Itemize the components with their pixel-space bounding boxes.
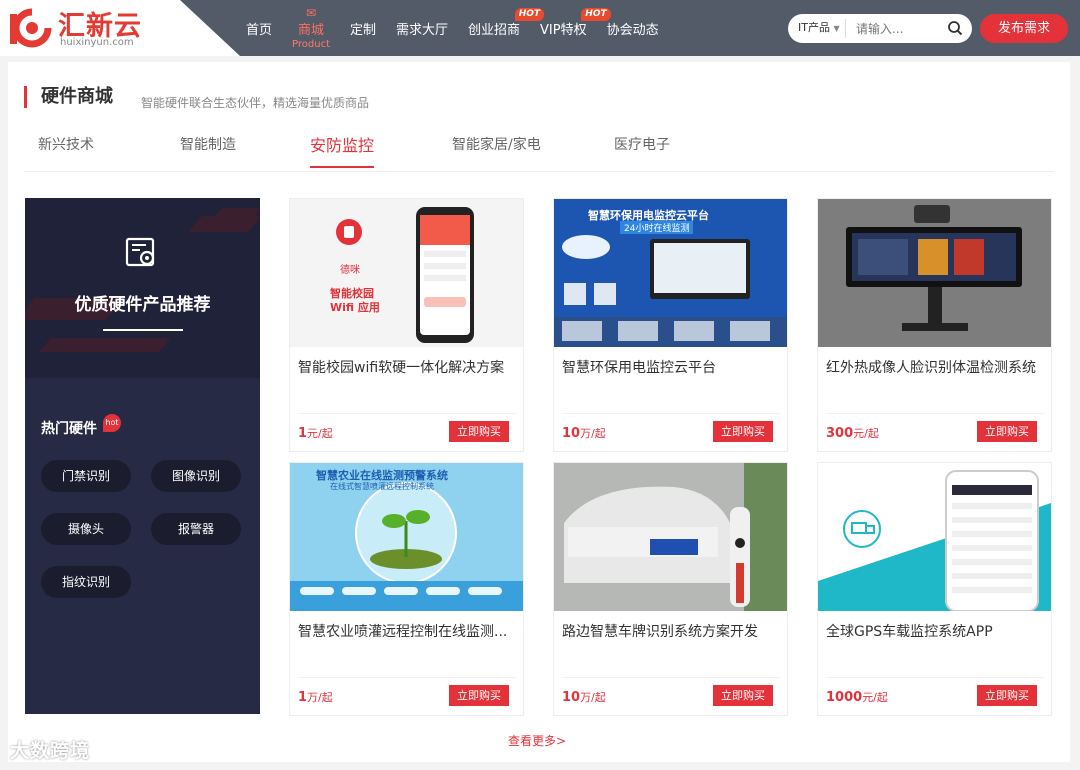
divider bbox=[826, 677, 1044, 678]
product-name[interactable]: 全球GPS车载监控系统APP bbox=[826, 621, 1044, 641]
product-price: 1元/起 bbox=[298, 426, 333, 441]
product-name[interactable]: 智慧环保用电监控云平台 bbox=[562, 357, 780, 377]
search-box: IT产品 ▼ bbox=[788, 14, 972, 43]
buy-now-button[interactable]: 立即购买 bbox=[977, 421, 1037, 442]
nav-demand-hall[interactable]: 需求大厅 bbox=[386, 0, 458, 56]
tag-alarm[interactable]: 报警器 bbox=[151, 513, 241, 545]
logo[interactable]: 汇新云 huixinyun.com bbox=[0, 0, 240, 56]
tab-security-monitoring[interactable]: 安防监控 bbox=[310, 132, 375, 168]
buy-now-button[interactable]: 立即购买 bbox=[713, 685, 773, 706]
license-plate-camera-illustration bbox=[554, 463, 787, 611]
sidebar-title: 优质硬件产品推荐 bbox=[74, 295, 211, 315]
product-name[interactable]: 智能校园wifi软硬一体化解决方案 bbox=[298, 357, 516, 377]
search-category-select[interactable]: IT产品 ▼ bbox=[788, 19, 846, 38]
product-card[interactable]: 智慧环保用电监控云平台 24小时在线监测 智慧环保用电监控云平台 10万/起 立… bbox=[553, 198, 788, 452]
gps-app-illustration bbox=[818, 470, 1051, 611]
thermal-kiosk-illustration bbox=[818, 199, 1051, 347]
divider bbox=[298, 413, 516, 414]
divider bbox=[826, 413, 1044, 414]
product-card[interactable]: 全球GPS车载监控系统APP 1000元/起 立即购买 bbox=[817, 462, 1052, 716]
nav-business[interactable]: 创业招商 HOT bbox=[458, 0, 545, 56]
tag-fingerprint[interactable]: 指纹识别 bbox=[41, 566, 131, 598]
nav-mall[interactable]: ✉ 商城 Product bbox=[282, 0, 340, 56]
section-description: 智能硬件联合生态伙伴，精选海量优质商品 bbox=[141, 96, 370, 110]
tab-emerging-tech[interactable]: 新兴技术 bbox=[38, 134, 94, 154]
top-navbar: 汇新云 huixinyun.com 首页 ✉ 商城 Product 定制 需求大… bbox=[0, 0, 1080, 56]
logo-icon bbox=[10, 8, 52, 48]
tab-smart-home[interactable]: 智能家居/家电 bbox=[452, 134, 541, 154]
envelope-icon: ✉ bbox=[305, 5, 317, 20]
nav-association[interactable]: 协会动态 bbox=[597, 0, 669, 56]
product-image[interactable]: 智慧农业在线监测预警系统 在线式智慧喷灌远程控制系统 bbox=[290, 463, 523, 611]
decor-stripe bbox=[39, 338, 171, 352]
sidebar-banner: 优质硬件产品推荐 bbox=[25, 198, 260, 378]
main-nav: 首页 ✉ 商城 Product 定制 需求大厅 创业招商 HOT VIP特权 H… bbox=[236, 0, 669, 56]
tag-image-recognition[interactable]: 图像识别 bbox=[151, 460, 241, 492]
product-price: 300元/起 bbox=[826, 426, 879, 441]
recommend-sidebar: 优质硬件产品推荐 热门硬件 hot 门禁识别 图像识别 摄像头 报警器 指纹识别 bbox=[25, 198, 260, 714]
buy-now-button[interactable]: 立即购买 bbox=[977, 685, 1037, 706]
search-input[interactable] bbox=[856, 21, 948, 36]
product-price: 1000元/起 bbox=[826, 690, 888, 705]
product-card[interactable]: 智慧农业在线监测预警系统 在线式智慧喷灌远程控制系统 智慧农业喷灌远程控制在线监… bbox=[289, 462, 524, 716]
tag-camera[interactable]: 摄像头 bbox=[41, 513, 131, 545]
tab-smart-manufacturing[interactable]: 智能制造 bbox=[180, 134, 236, 154]
product-name[interactable]: 红外热成像人脸识别体温检测系统 bbox=[826, 357, 1044, 377]
product-card[interactable]: 德咪 智能校园 Wifi 应用 智能校园wifi软硬一体化解决方案 1元/起 立… bbox=[289, 198, 524, 452]
nav-home[interactable]: 首页 bbox=[236, 0, 282, 56]
tag-access-control[interactable]: 门禁识别 bbox=[41, 460, 131, 492]
product-card[interactable]: 路边智慧车牌识别系统方案开发 10万/起 立即购买 bbox=[553, 462, 788, 716]
nav-custom[interactable]: 定制 bbox=[340, 0, 386, 56]
hardware-mall-section: 硬件商城 智能硬件联合生态伙伴，精选海量优质商品 新兴技术 智能制造 安防监控 … bbox=[8, 62, 1070, 762]
brand-domain: huixinyun.com bbox=[60, 37, 134, 48]
hot-hardware-title: 热门硬件 bbox=[41, 421, 97, 437]
buy-now-button[interactable]: 立即购买 bbox=[449, 421, 509, 442]
section-title: 硬件商城 bbox=[24, 86, 113, 108]
product-image[interactable] bbox=[818, 463, 1051, 611]
product-image[interactable] bbox=[818, 199, 1051, 347]
category-tabs: 新兴技术 智能制造 安防监控 智能家居/家电 医疗电子 bbox=[24, 128, 1054, 172]
tab-medical-electronics[interactable]: 医疗电子 bbox=[614, 134, 670, 154]
publish-demand-button[interactable]: 发布需求 bbox=[980, 14, 1068, 43]
product-price: 10万/起 bbox=[562, 690, 606, 705]
view-more-link[interactable]: 查看更多> bbox=[508, 732, 566, 749]
watermark: 大数跨境 bbox=[10, 740, 91, 762]
divider bbox=[562, 677, 780, 678]
buy-now-button[interactable]: 立即购买 bbox=[449, 685, 509, 706]
buy-now-button[interactable]: 立即购买 bbox=[713, 421, 773, 442]
product-image[interactable]: 智慧环保用电监控云平台 24小时在线监测 bbox=[554, 199, 787, 347]
product-price: 10万/起 bbox=[562, 426, 606, 441]
chevron-down-icon: ▼ bbox=[833, 24, 840, 33]
divider bbox=[298, 677, 516, 678]
hardware-chip-icon bbox=[125, 237, 155, 267]
product-image[interactable] bbox=[554, 463, 787, 611]
title-underline bbox=[103, 329, 183, 331]
hot-badge: hot bbox=[103, 414, 121, 432]
product-card[interactable]: 红外热成像人脸识别体温检测系统 300元/起 立即购买 bbox=[817, 198, 1052, 452]
product-price: 1万/起 bbox=[298, 690, 333, 705]
smart-campus-illustration bbox=[336, 207, 474, 343]
product-name[interactable]: 智慧农业喷灌远程控制在线监测... bbox=[298, 621, 516, 641]
divider bbox=[562, 413, 780, 414]
product-name[interactable]: 路边智慧车牌识别系统方案开发 bbox=[562, 621, 780, 641]
product-image[interactable]: 德咪 智能校园 Wifi 应用 bbox=[290, 199, 523, 347]
search-icon[interactable] bbox=[947, 20, 963, 36]
nav-vip[interactable]: VIP特权 HOT bbox=[530, 0, 611, 56]
